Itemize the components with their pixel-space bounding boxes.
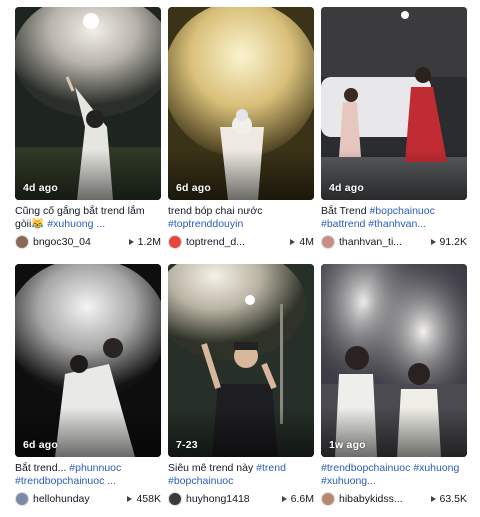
video-age-label: 6d ago [23,439,59,451]
video-caption[interactable]: trend bóp chai nước #toptrenddouyin [168,205,314,231]
video-meta: huyhong1418 6.6M [168,491,314,507]
video-meta: hellohunday 458K [15,491,161,507]
caption-text: trend bóp chai nước [168,205,263,217]
play-icon [430,239,436,245]
username[interactable]: hibabykidss... [339,493,427,505]
username[interactable]: thanhvan_ti... [339,236,427,248]
video-thumbnail[interactable]: 6d ago [168,7,314,200]
view-count: 6.6M [281,493,314,505]
view-count-value: 91.2K [439,236,467,248]
avatar[interactable] [321,492,335,506]
video-age-label: 4d ago [23,182,59,194]
video-age-label: 6d ago [176,182,212,194]
view-count: 63.5K [430,493,467,505]
video-meta: toptrend_d... 4M [168,234,314,250]
caption-text: Siêu mê trend này [168,462,257,474]
video-meta: thanhvan_ti... 91.2K [321,234,467,250]
username[interactable]: hellohunday [33,493,123,505]
view-count-value: 1.2M [137,236,161,248]
view-count-value: 458K [136,493,161,505]
video-card[interactable]: 6d ago trend bóp chai nước #toptrenddouy… [168,7,314,250]
view-count-value: 63.5K [439,493,467,505]
caption-hashtags[interactable]: #toptrenddouyin [168,218,243,230]
play-icon [127,496,133,502]
video-thumbnail[interactable]: 4d ago [15,7,161,200]
video-thumbnail[interactable]: 1w ago [321,264,467,457]
video-age-label: 7-23 [176,439,198,451]
avatar[interactable] [15,235,29,249]
video-age-label: 4d ago [329,182,365,194]
video-caption[interactable]: #trendbopchainuoc #xuhuong #xuhuong... [321,462,467,488]
username[interactable]: bngoc30_04 [33,236,125,248]
video-grid: 4d ago Cũng cố gắng bắt trend lắm gòii😹 … [15,7,467,507]
username[interactable]: huyhong1418 [186,493,278,505]
play-icon [128,239,134,245]
video-caption[interactable]: Cũng cố gắng bắt trend lắm gòii😹 #xuhuon… [15,205,161,231]
video-thumbnail[interactable]: 7-23 [168,264,314,457]
video-card[interactable]: 4d ago Cũng cố gắng bắt trend lắm gòii😹 … [15,7,161,250]
caption-text: Bắt Trend [321,205,370,217]
video-meta: bngoc30_04 1.2M [15,234,161,250]
video-caption[interactable]: Bắt trend... #phunnuoc #trendbopchainuoc… [15,462,161,488]
video-thumbnail[interactable]: 6d ago [15,264,161,457]
play-icon [290,239,296,245]
caption-hashtags[interactable]: #xuhuong ... [47,218,105,230]
video-thumbnail[interactable]: 4d ago [321,7,467,200]
video-age-label: 1w ago [329,439,366,451]
video-card[interactable]: 1w ago #trendbopchainuoc #xuhuong #xuhuo… [321,264,467,507]
video-caption[interactable]: Siêu mê trend này #trend #bopchainuoc [168,462,314,488]
view-count: 4M [290,236,314,248]
username[interactable]: toptrend_d... [186,236,286,248]
play-icon [430,496,436,502]
view-count: 91.2K [430,236,467,248]
video-card[interactable]: 7-23 Siêu mê trend này #trend #bopchainu… [168,264,314,507]
video-card[interactable]: 4d ago Bắt Trend #bopchainuoc #battrend … [321,7,467,250]
avatar[interactable] [321,235,335,249]
video-meta: hibabykidss... 63.5K [321,491,467,507]
caption-text: Bắt trend... [15,462,70,474]
avatar[interactable] [168,235,182,249]
view-count: 458K [127,493,161,505]
view-count: 1.2M [128,236,161,248]
view-count-value: 6.6M [290,493,314,505]
view-count-value: 4M [299,236,314,248]
caption-hashtags[interactable]: #trendbopchainuoc #xuhuong #xuhuong... [321,462,459,487]
video-card[interactable]: 6d ago Bắt trend... #phunnuoc #trendbopc… [15,264,161,507]
play-icon [281,496,287,502]
video-caption[interactable]: Bắt Trend #bopchainuoc #battrend #thanhv… [321,205,467,231]
avatar[interactable] [168,492,182,506]
avatar[interactable] [15,492,29,506]
